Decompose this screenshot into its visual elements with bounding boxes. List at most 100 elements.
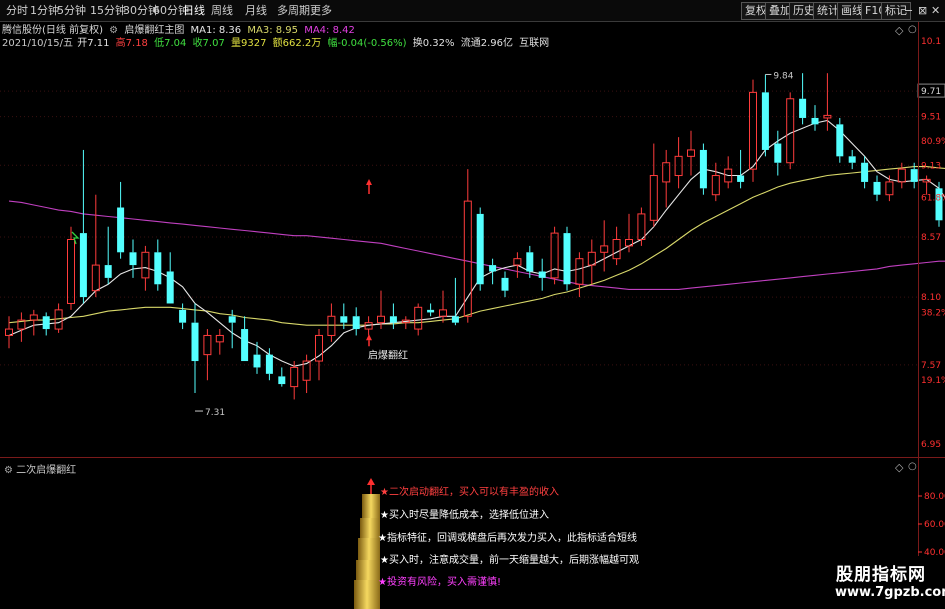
candle-body [278, 376, 286, 385]
candle-75[interactable] [935, 181, 943, 227]
tab-6[interactable]: 日线 [183, 3, 205, 19]
candle-13[interactable] [166, 252, 174, 304]
tab-8[interactable]: 月线 [245, 3, 267, 19]
candle-45[interactable] [563, 226, 571, 291]
candle-body [501, 277, 509, 291]
candle-3[interactable] [42, 312, 50, 336]
candle-63[interactable] [786, 92, 795, 170]
tab-1[interactable]: 1分钟 [30, 3, 59, 19]
candle-74[interactable] [922, 175, 931, 195]
candle-26[interactable] [327, 303, 336, 342]
candle-body [290, 366, 299, 388]
watermark-url: www.7gpzb.com [835, 585, 945, 600]
close-icon[interactable]: ✕ [931, 3, 940, 19]
candle-72[interactable] [897, 162, 906, 189]
candle-25[interactable] [315, 329, 323, 381]
candle-body [241, 329, 249, 362]
candle-36[interactable] [451, 277, 459, 326]
candle-41[interactable] [513, 252, 522, 278]
candle-34[interactable] [427, 303, 435, 317]
candle-53[interactable] [662, 149, 671, 208]
candle-body [575, 258, 584, 285]
candlestick-chart[interactable]: 9.84 7.31 启爆翻红 10.1 9.71 9.51 80.9% 9.13 61.8% 8.… [0, 22, 945, 457]
candle-54[interactable] [674, 137, 683, 189]
candle-39[interactable] [489, 258, 497, 285]
candle-61[interactable] [761, 74, 769, 157]
candle-body [377, 315, 385, 324]
candle-6[interactable] [79, 149, 87, 304]
candle-55[interactable] [687, 130, 695, 176]
price-axis-label-9: 7.57 [921, 361, 941, 371]
candle-57[interactable] [711, 162, 720, 202]
candle-40[interactable] [501, 271, 509, 298]
candle-16[interactable] [203, 329, 212, 381]
candle-38[interactable] [476, 207, 484, 291]
candle-23[interactable] [290, 361, 299, 400]
tab-3[interactable]: 15分钟 [90, 3, 126, 19]
candle-8[interactable] [104, 226, 112, 285]
minimize-icon[interactable]: − [904, 3, 913, 19]
candle-52[interactable] [649, 143, 658, 227]
candle-body [166, 271, 174, 304]
candle-28[interactable] [352, 307, 360, 336]
candle-7[interactable] [91, 194, 100, 298]
candle-10[interactable] [129, 239, 137, 278]
candle-65[interactable] [811, 105, 819, 131]
candle-body [737, 175, 745, 182]
candle-51[interactable] [637, 207, 646, 246]
indicator-note-0: ★二次启动翻红，买入可以有丰盈的收入 [380, 487, 559, 498]
candle-58[interactable] [724, 156, 733, 189]
period-toolbar: 分时 1分钟 5分钟 15分钟 30分钟 60分钟 日线 周线 月线 多周期 更多 复权 叠加 历史 统计… [0, 0, 945, 22]
candle-70[interactable] [873, 175, 881, 202]
tab-10[interactable]: 更多 [310, 3, 332, 19]
candle-62[interactable] [774, 130, 782, 176]
tab-2[interactable]: 5分钟 [57, 3, 86, 19]
candle-2[interactable] [29, 309, 38, 336]
candle-44[interactable] [550, 226, 559, 285]
candle-14[interactable] [179, 303, 187, 330]
indicator-note-1: ★买入时尽量降低成本，选择低位进入 [380, 510, 549, 521]
signal-bar-4 [354, 580, 380, 609]
candle-24[interactable] [302, 354, 311, 394]
candle-body [612, 239, 621, 260]
tab-0[interactable]: 分时 [6, 3, 28, 19]
candle-43[interactable] [538, 258, 546, 291]
candle-body [687, 149, 695, 157]
candle-48[interactable] [600, 220, 609, 272]
candle-59[interactable] [737, 149, 745, 189]
candle-15[interactable] [191, 303, 199, 394]
candle-12[interactable] [154, 239, 162, 291]
candle-body [414, 306, 423, 330]
candle-17[interactable] [215, 329, 224, 355]
tab-7[interactable]: 周线 [211, 3, 233, 19]
candle-68[interactable] [848, 149, 856, 170]
candle-69[interactable] [861, 156, 869, 189]
tab-9[interactable]: 多周期 [277, 3, 310, 19]
candle-0[interactable] [5, 316, 13, 349]
candle-47[interactable] [587, 239, 596, 285]
candle-body [129, 252, 137, 266]
candle-body [389, 316, 397, 323]
candle-body [563, 233, 571, 285]
high-price-label: 9.84 [773, 71, 793, 81]
sub-axis-label-1: 60.00 [924, 520, 945, 530]
candle-body [489, 265, 497, 272]
candle-46[interactable] [575, 252, 584, 298]
candle-20[interactable] [253, 341, 261, 374]
candle-67[interactable] [836, 117, 844, 163]
candle-31[interactable] [389, 303, 397, 330]
candle-50[interactable] [625, 213, 633, 253]
candle-32[interactable] [401, 316, 410, 330]
candle-22[interactable] [278, 367, 286, 387]
candle-49[interactable] [612, 226, 621, 266]
candle-56[interactable] [699, 143, 707, 195]
candle-37[interactable] [463, 169, 472, 323]
candle-19[interactable] [241, 316, 249, 362]
candle-body [550, 232, 559, 279]
candle-body [587, 251, 596, 266]
candle-64[interactable] [799, 73, 807, 125]
candle-9[interactable] [117, 181, 125, 259]
candle-1[interactable] [17, 312, 26, 342]
candle-35[interactable] [439, 290, 447, 323]
restore-icon[interactable]: ⊠ [918, 3, 927, 19]
